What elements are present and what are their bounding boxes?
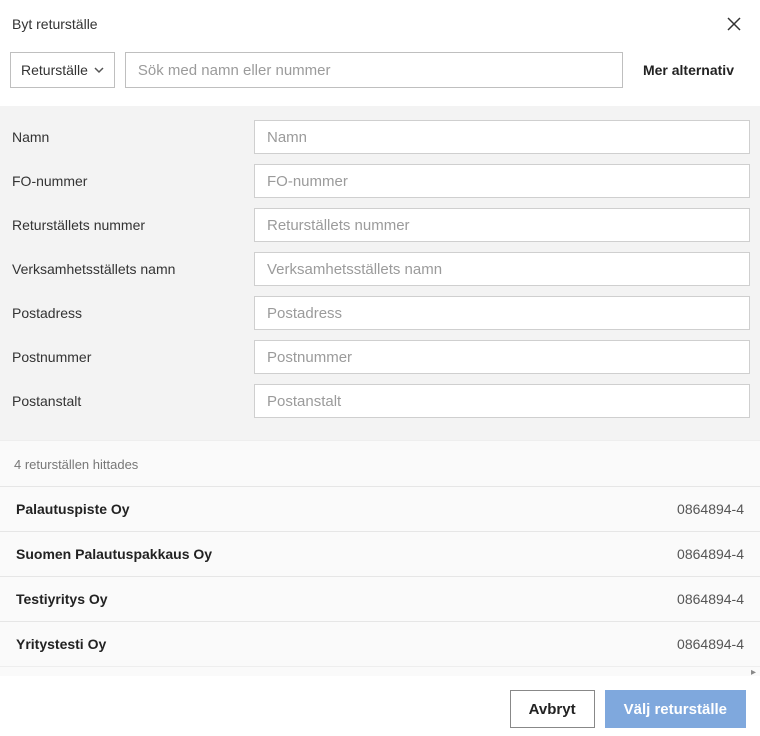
filter-label: Postadress: [10, 305, 254, 321]
filter-input[interactable]: [254, 296, 750, 330]
filters-panel: Namn FO-nummer Returställets nummer Verksam…: [0, 106, 760, 440]
filter-label: Postanstalt: [10, 393, 254, 409]
result-name: Suomen Palautuspakkaus Oy: [16, 546, 212, 562]
results-panel: 4 returställen hittades Palautuspiste Oy…: [0, 440, 760, 676]
filter-row: Postanstalt: [10, 384, 750, 418]
filter-row: Postnummer: [10, 340, 750, 374]
type-dropdown-label: Returställe: [21, 62, 88, 78]
filter-label: FO-nummer: [10, 173, 254, 189]
result-name: Palautuspiste Oy: [16, 501, 130, 517]
search-row: Returställe Mer alternativ: [0, 40, 760, 106]
modal-actions: Avbryt Välj returställe: [0, 676, 760, 732]
modal-header: Byt returställe: [0, 0, 760, 40]
result-id: 0864894-4: [677, 636, 744, 652]
filter-row: Namn: [10, 120, 750, 154]
results-footer: ▸: [0, 666, 760, 676]
filter-row: Postadress: [10, 296, 750, 330]
filter-label: Postnummer: [10, 349, 254, 365]
scroll-right-icon[interactable]: ▸: [751, 667, 756, 678]
close-icon: [726, 16, 742, 32]
result-name: Testiyritys Oy: [16, 591, 108, 607]
filter-row: FO-nummer: [10, 164, 750, 198]
result-row[interactable]: Suomen Palautuspakkaus Oy 0864894-4: [0, 531, 760, 576]
result-id: 0864894-4: [677, 546, 744, 562]
type-dropdown[interactable]: Returställe: [10, 52, 115, 88]
result-row[interactable]: Testiyritys Oy 0864894-4: [0, 576, 760, 621]
close-button[interactable]: [724, 14, 744, 34]
filter-label: Returställets nummer: [10, 217, 254, 233]
cancel-button[interactable]: Avbryt: [510, 690, 595, 728]
filter-input[interactable]: [254, 384, 750, 418]
filter-input[interactable]: [254, 340, 750, 374]
chevron-down-icon: [94, 65, 104, 75]
modal-title: Byt returställe: [12, 16, 98, 32]
result-id: 0864894-4: [677, 591, 744, 607]
filter-input[interactable]: [254, 252, 750, 286]
filter-input[interactable]: [254, 120, 750, 154]
more-options-link[interactable]: Mer alternativ: [633, 62, 750, 78]
filter-row: Returställets nummer: [10, 208, 750, 242]
result-id: 0864894-4: [677, 501, 744, 517]
select-button[interactable]: Välj returställe: [605, 690, 746, 728]
change-return-point-modal: Byt returställe Returställe Mer alternat…: [0, 0, 760, 736]
filter-input[interactable]: [254, 164, 750, 198]
filter-label: Namn: [10, 129, 254, 145]
search-input[interactable]: [125, 52, 623, 88]
filter-input[interactable]: [254, 208, 750, 242]
filter-label: Verksamhetsställets namn: [10, 261, 254, 277]
result-name: Yritystesti Oy: [16, 636, 106, 652]
filter-row: Verksamhetsställets namn: [10, 252, 750, 286]
result-row[interactable]: Yritystesti Oy 0864894-4: [0, 621, 760, 666]
result-row[interactable]: Palautuspiste Oy 0864894-4: [0, 486, 760, 531]
results-count: 4 returställen hittades: [0, 441, 760, 486]
